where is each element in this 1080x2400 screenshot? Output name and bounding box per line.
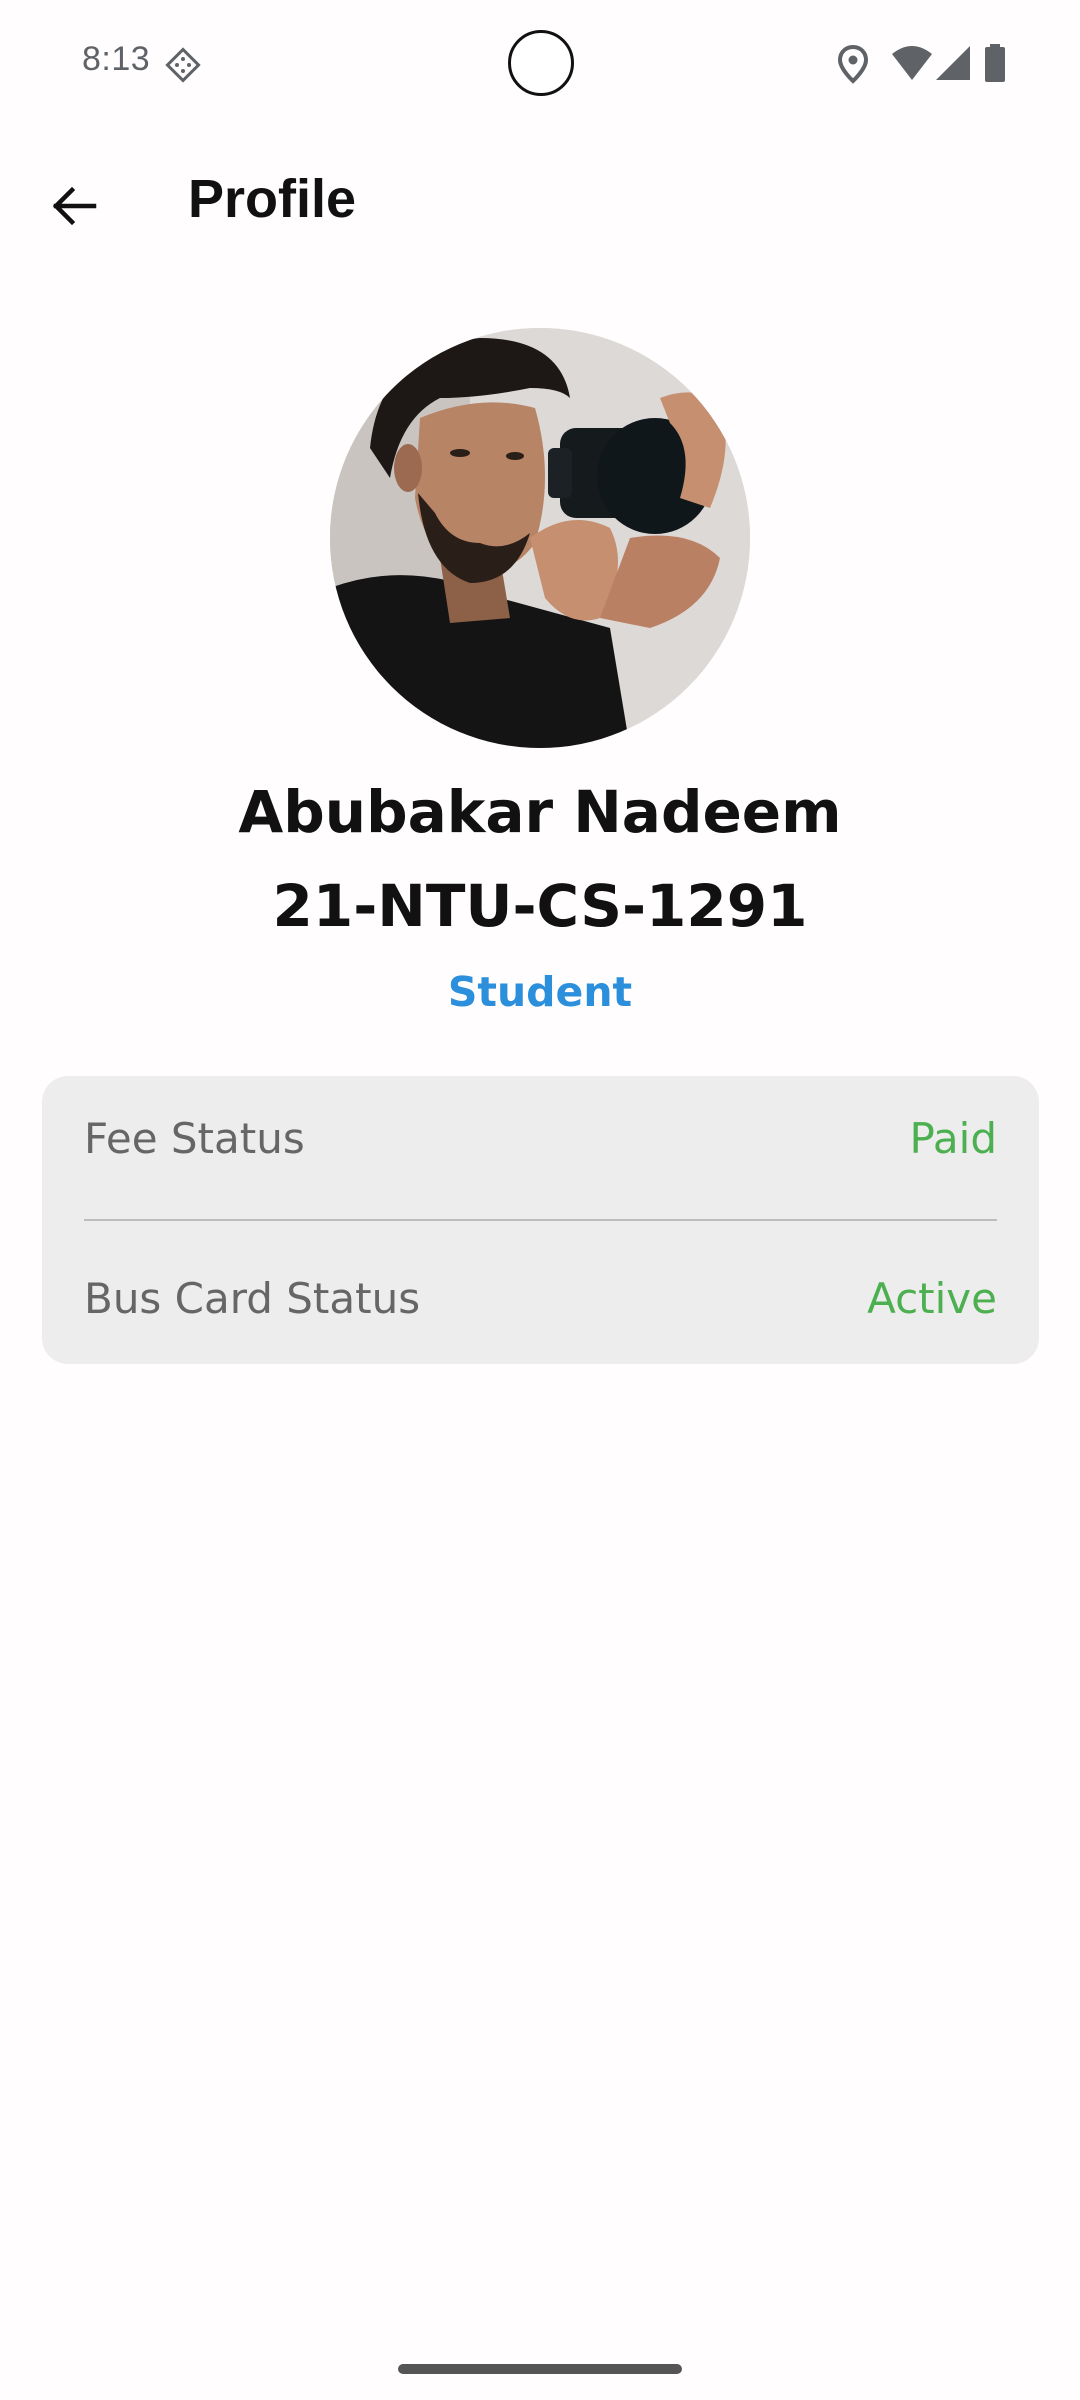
gesture-navigation-handle[interactable] bbox=[398, 2364, 682, 2374]
bus-card-status-label: Bus Card Status bbox=[84, 1273, 421, 1323]
status-time: 8:13 bbox=[82, 40, 151, 78]
avatar bbox=[330, 328, 750, 748]
status-bar: 8:13 bbox=[0, 0, 1080, 128]
notification-diamond-icon bbox=[164, 46, 202, 84]
wifi-icon bbox=[890, 44, 934, 87]
fee-status-row: Fee Status Paid bbox=[84, 1076, 997, 1200]
registration-number: 21-NTU-CS-1291 bbox=[272, 872, 808, 940]
signal-icon bbox=[934, 44, 972, 87]
fee-status-value: Paid bbox=[909, 1113, 997, 1163]
location-icon bbox=[836, 44, 870, 89]
camera-cutout bbox=[508, 30, 574, 96]
page-title: Profile bbox=[188, 169, 357, 229]
battery-icon bbox=[984, 44, 1006, 87]
bus-card-status-row: Bus Card Status Active bbox=[84, 1236, 997, 1360]
back-button[interactable] bbox=[36, 170, 112, 246]
divider bbox=[84, 1219, 997, 1221]
status-card: Fee Status Paid Bus Card Status Active bbox=[42, 1076, 1039, 1364]
profile-name: Abubakar Nadeem bbox=[238, 778, 842, 846]
bus-card-status-value: Active bbox=[867, 1273, 997, 1323]
fee-status-label: Fee Status bbox=[84, 1113, 305, 1163]
profile-role: Student bbox=[447, 968, 633, 1016]
arrow-left-icon bbox=[50, 182, 98, 235]
top-app-bar: Profile bbox=[0, 128, 1080, 278]
